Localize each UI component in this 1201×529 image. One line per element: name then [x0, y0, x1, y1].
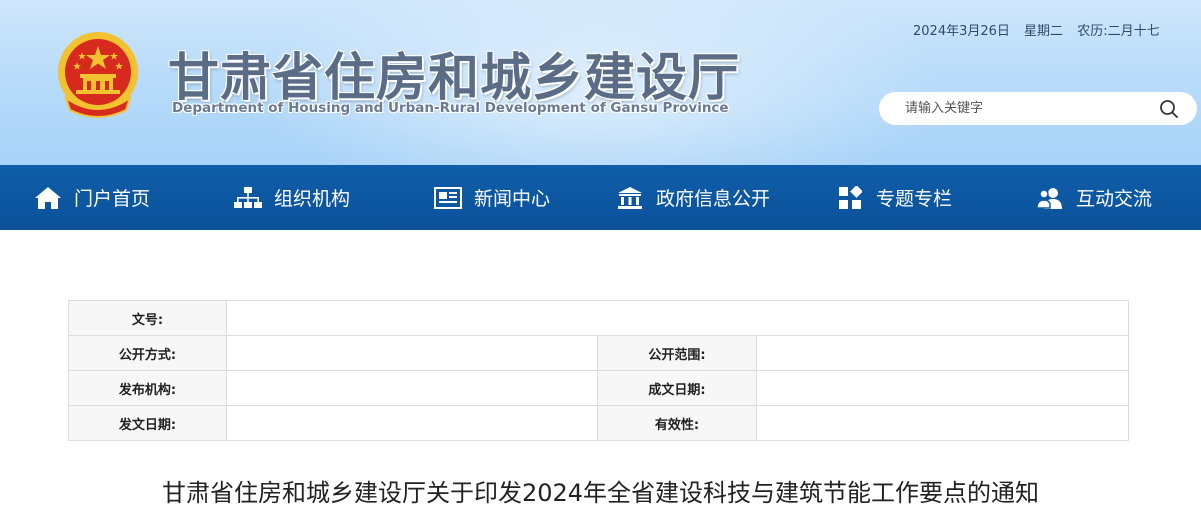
nav-item-organization[interactable]: 组织机构 [234, 165, 350, 230]
article-title: 甘肃省住房和城乡建设厅关于印发2024年全省建设科技与建筑节能工作要点的通知 [161, 479, 1040, 507]
home-icon [34, 184, 62, 212]
site-header: 甘肃省住房和城乡建设厅 Department of Housing and Ur… [0, 0, 1201, 165]
validity-label: 有效性: [597, 405, 757, 441]
site-title: 甘肃省住房和城乡建设厅 [168, 49, 741, 108]
disclosure-method-label: 公开方式: [68, 335, 227, 371]
nav-item-label: 门户首页 [74, 188, 151, 210]
site-subtitle: Department of Housing and Urban-Rural De… [172, 100, 729, 116]
issue-date-value [226, 405, 598, 441]
doc-number-label: 文号: [68, 300, 227, 336]
nav-item-label: 新闻中心 [474, 188, 551, 210]
disclosure-scope-label: 公开范围: [597, 335, 757, 371]
table-row: 发文日期: 有效性: [68, 405, 1130, 441]
government-building-icon [616, 184, 644, 212]
nav-item-label: 互动交流 [1076, 188, 1153, 210]
issuer-label: 发布机构: [68, 370, 227, 406]
table-row: 公开方式: 公开范围: [68, 335, 1130, 371]
issue-date-label: 发文日期: [68, 405, 227, 441]
search-input[interactable] [905, 92, 1145, 125]
table-row: 发布机构: 成文日期: [68, 370, 1130, 406]
validity-value [755, 405, 1130, 441]
created-date-value [755, 370, 1130, 406]
nav-item-home[interactable]: 门户首页 [34, 165, 150, 230]
news-icon [434, 184, 462, 212]
grid-icon [836, 184, 864, 212]
search-icon[interactable] [1159, 99, 1179, 119]
lunar-date: 农历:二月十七 [1077, 24, 1160, 39]
disclosure-method-value [226, 335, 598, 371]
national-emblem-icon[interactable] [52, 28, 144, 120]
nav-item-special-topics[interactable]: 专题专栏 [836, 165, 952, 230]
users-icon [1036, 184, 1064, 212]
current-weekday: 星期二 [1024, 24, 1064, 39]
issuer-value [226, 370, 598, 406]
main-nav: 门户首页 组织机构 新闻中心 政府信息公开 专题专栏 互动交流 [0, 165, 1201, 230]
doc-number-value [225, 300, 1130, 336]
current-date: 2024年3月26日 [913, 24, 1010, 39]
disclosure-scope-value [755, 335, 1130, 371]
nav-item-label: 专题专栏 [876, 188, 953, 210]
date-line: 2024年3月26日 星期二 农历:二月十七 [913, 20, 1170, 39]
nav-item-news[interactable]: 新闻中心 [434, 165, 550, 230]
search-box [879, 92, 1197, 125]
document-info-table: 文号: 公开方式: 公开范围: 发布机构: 成文日期: 发文日期: 有效性: [68, 300, 1130, 441]
nav-item-gov-info[interactable]: 政府信息公开 [616, 165, 770, 230]
nav-item-label: 组织机构 [274, 188, 351, 210]
org-chart-icon [234, 184, 262, 212]
created-date-label: 成文日期: [597, 370, 757, 406]
table-row: 文号: [68, 300, 1130, 336]
nav-item-interaction[interactable]: 互动交流 [1036, 165, 1152, 230]
nav-item-label: 政府信息公开 [656, 188, 771, 210]
